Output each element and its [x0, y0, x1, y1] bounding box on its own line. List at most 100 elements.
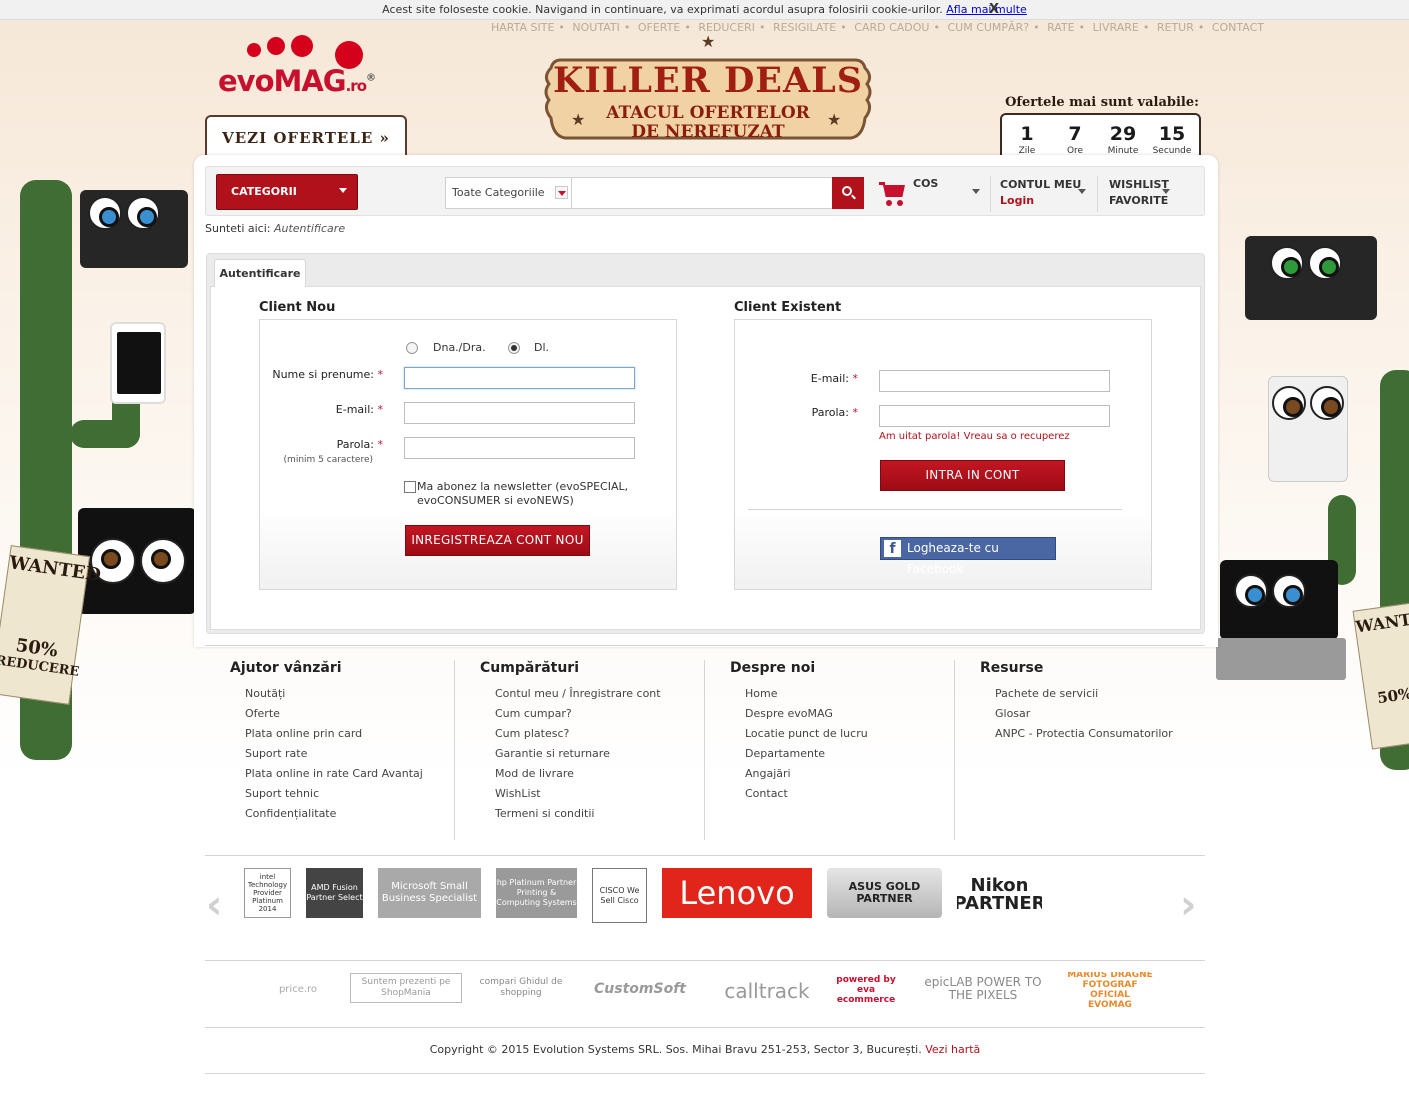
login-button[interactable]: INTRA IN CONT: [880, 460, 1065, 491]
categories-button[interactable]: CATEGORII PRODUSE: [216, 174, 358, 232]
footer-link[interactable]: Cum platesc?: [495, 724, 710, 744]
footer-link[interactable]: Home: [745, 684, 960, 704]
email-input[interactable]: [404, 402, 635, 424]
password-label: Parola: *: [336, 438, 383, 451]
login-password-label: Parola: *: [811, 406, 858, 419]
partner-lenovo-logo[interactable]: Lenovo: [662, 868, 812, 918]
sponsor-calltrack-logo[interactable]: calltrack: [717, 976, 817, 1006]
footer-link[interactable]: Locatie punct de lucru: [745, 724, 960, 744]
footer-link[interactable]: Plata online in rate Card Avantaj: [245, 764, 460, 784]
search-button[interactable]: [832, 177, 864, 209]
footer-link[interactable]: Departamente: [745, 744, 960, 764]
cart-dropdown-icon[interactable]: [972, 189, 980, 194]
radio-dna[interactable]: [406, 342, 418, 354]
radio-dl[interactable]: [508, 342, 520, 354]
newsletter-label: Ma abonez la newsletter (evoSPECIAL, evo…: [417, 480, 629, 507]
sponsor-shopmania-logo[interactable]: Suntem prezenti pe ShopMania: [350, 973, 462, 1003]
gps-eyes: [1270, 246, 1342, 280]
wishlist-menu[interactable]: WISHLIST FAVORITE: [1109, 177, 1169, 209]
search-input[interactable]: [576, 182, 826, 204]
footer-link[interactable]: Termeni si conditii: [495, 804, 710, 824]
footer-link[interactable]: ANPC - Protectia Consumatorilor: [995, 724, 1210, 744]
sponsor-compari-logo[interactable]: compari Ghidul de shopping: [477, 973, 565, 1003]
footer-link[interactable]: Pachete de servicii: [995, 684, 1210, 704]
footer-link[interactable]: Noutăți: [245, 684, 460, 704]
footer-link[interactable]: Garantie si returnare: [495, 744, 710, 764]
footer-link[interactable]: Mod de livrare: [495, 764, 710, 784]
evomag-logo[interactable]: evoMAG.ro®: [218, 64, 376, 98]
sponsor-eva-logo[interactable]: powered by eva ecommerce: [832, 972, 900, 1008]
wishlist-dropdown-icon[interactable]: [1162, 189, 1170, 194]
topnav-contact[interactable]: CONTACT: [1212, 21, 1264, 34]
facebook-login-button[interactable]: f Logheaza-te cu Facebook: [880, 537, 1056, 576]
logo-main: evoMAG: [218, 64, 347, 98]
cart-icon[interactable]: [879, 180, 909, 208]
partner-cisco-logo[interactable]: CISCO We Sell Cisco: [592, 868, 647, 923]
newsletter-checkbox[interactable]: [404, 481, 416, 493]
cookie-close-button[interactable]: X: [989, 0, 999, 19]
name-input[interactable]: [404, 367, 635, 389]
footer-link[interactable]: Confidențialitate: [245, 804, 460, 824]
login-link[interactable]: Login: [1000, 193, 1081, 209]
chevron-left-icon[interactable]: ‹: [206, 882, 222, 928]
copyright-text: Copyright © 2015 Evolution Systems SRL. …: [429, 1043, 922, 1056]
sponsor-customsoft-logo[interactable]: CustomSoft: [579, 976, 701, 1002]
topnav-rate[interactable]: RATE: [1047, 21, 1075, 34]
topnav-reduceri[interactable]: REDUCERI: [698, 21, 755, 34]
partner-intel-logo[interactable]: intel Technology Provider Platinum 2014: [244, 868, 291, 918]
footer-link[interactable]: Contul meu / Înregistrare cont: [495, 684, 710, 704]
login-password-input[interactable]: [879, 405, 1110, 427]
partner-nikon-logo[interactable]: Nikon PARTNER: [957, 870, 1042, 920]
topnav-resigilate[interactable]: RESIGILATE: [773, 21, 836, 34]
topnav-noutati[interactable]: NOUTATI: [572, 21, 619, 34]
topnav-retur[interactable]: RETUR: [1157, 21, 1194, 34]
search-category-select[interactable]: Toate Categoriile: [446, 178, 572, 208]
chevron-right-icon[interactable]: ›: [1180, 882, 1196, 928]
footer-link[interactable]: WishList: [495, 784, 710, 804]
chevron-down-icon: [339, 188, 347, 193]
footer-link[interactable]: Oferte: [245, 704, 460, 724]
footer-link[interactable]: Contact: [745, 784, 960, 804]
forgot-password-link[interactable]: Am uitat parola! Vreau sa o recuperez: [879, 431, 1070, 442]
login-email-input[interactable]: [879, 370, 1110, 392]
tab-autentificare[interactable]: Autentificare: [214, 259, 306, 287]
map-link[interactable]: Vezi hartă: [925, 1043, 980, 1056]
cookie-more-link[interactable]: Afla mai multe: [946, 3, 1027, 16]
partner-asus-logo[interactable]: ASUS GOLD PARTNER: [827, 868, 942, 918]
vezi-ofertele-tab[interactable]: VEZI OFERTELE »: [205, 115, 407, 158]
sponsor-price-logo[interactable]: price.ro: [260, 974, 336, 1004]
topnav-oferte[interactable]: OFERTE: [638, 21, 680, 34]
footer-column-title: Despre noi: [730, 660, 816, 676]
cookie-bar: Acest site foloseste cookie. Navigand in…: [0, 0, 1409, 20]
sponsor-mariusdragne-logo[interactable]: MARIUS DRAGNE FOTOGRAF OFICIAL EVOMAG: [1067, 972, 1153, 1008]
cart-label[interactable]: COS: [913, 177, 938, 190]
register-button[interactable]: INREGISTREAZA CONT NOU: [405, 525, 590, 556]
footer-link[interactable]: Angajări: [745, 764, 960, 784]
partner-hp-logo[interactable]: hp Platinum Partner Printing & Computing…: [496, 868, 577, 918]
sponsor-epiclab-logo[interactable]: epicLAB POWER TO THE PIXELS: [912, 972, 1054, 1006]
camera-eyes: [88, 196, 160, 230]
topnav-card-cadou[interactable]: CARD CADOU: [854, 21, 929, 34]
footer-link[interactable]: Suport rate: [245, 744, 460, 764]
existing-client-title: Client Existent: [734, 300, 842, 315]
account-menu[interactable]: CONTUL MEU Login: [1000, 177, 1081, 209]
wanted-discount-right: 50%: [1376, 684, 1409, 708]
partner-amd-logo[interactable]: AMD Fusion Partner Select: [306, 868, 363, 918]
footer-link[interactable]: Plata online prin card: [245, 724, 460, 744]
star-icon: ★: [701, 32, 716, 51]
password-input[interactable]: [404, 437, 635, 459]
copyright-divider: [205, 1027, 1205, 1028]
toolbar-divider: [1097, 176, 1098, 212]
footer-link[interactable]: Glosar: [995, 704, 1210, 724]
washer-eyes: [1272, 386, 1344, 420]
topnav-cum-cumpar[interactable]: CUM CUMPĂR?: [947, 21, 1029, 34]
topnav-livrare[interactable]: LIVRARE: [1093, 21, 1139, 34]
partner-microsoft-logo[interactable]: Microsoft Small Business Specialist: [378, 868, 481, 918]
tablet-screen: [117, 332, 161, 394]
killer-deals-title: KILLER DEALS: [552, 60, 864, 101]
footer-link[interactable]: Cum cumpar?: [495, 704, 710, 724]
topnav-harta-site[interactable]: HARTA SITE: [491, 21, 554, 34]
footer-link[interactable]: Despre evoMAG: [745, 704, 960, 724]
footer-link[interactable]: Suport tehnic: [245, 784, 460, 804]
account-dropdown-icon[interactable]: [1078, 189, 1086, 194]
